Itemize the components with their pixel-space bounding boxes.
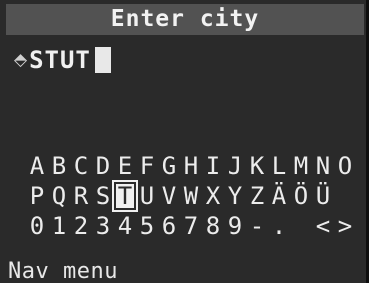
key-r[interactable]: R — [70, 182, 92, 210]
keyboard-row: A B C D E F G H I J K L M N O — [26, 151, 356, 181]
key-a[interactable]: A — [26, 152, 48, 180]
key-hyphen[interactable]: - — [246, 212, 268, 240]
key-6[interactable]: 6 — [158, 212, 180, 240]
key-y[interactable]: Y — [224, 182, 246, 210]
key-e[interactable]: E — [114, 152, 136, 180]
key-w[interactable]: W — [180, 182, 202, 210]
key-l[interactable]: L — [268, 152, 290, 180]
key-j[interactable]: J — [224, 152, 246, 180]
key-a-umlaut[interactable]: Ä — [268, 182, 290, 210]
key-x[interactable]: X — [202, 182, 224, 210]
key-2[interactable]: 2 — [70, 212, 92, 240]
key-period[interactable]: . — [268, 212, 290, 240]
key-b[interactable]: B — [48, 152, 70, 180]
key-7[interactable]: 7 — [180, 212, 202, 240]
key-d[interactable]: D — [92, 152, 114, 180]
keyboard-row: 0 1 2 3 4 5 6 7 8 9 - . < > — [26, 211, 356, 241]
city-entry-value: STUT — [29, 46, 91, 74]
key-g[interactable]: G — [158, 152, 180, 180]
key-9[interactable]: 9 — [224, 212, 246, 240]
key-o-umlaut[interactable]: Ö — [290, 182, 312, 210]
key-8[interactable]: 8 — [202, 212, 224, 240]
key-1[interactable]: 1 — [48, 212, 70, 240]
key-v[interactable]: V — [158, 182, 180, 210]
key-3[interactable]: 3 — [92, 212, 114, 240]
keyboard-row: P Q R S T U V W X Y Z Ä Ö Ü — [26, 180, 356, 212]
key-4[interactable]: 4 — [114, 212, 136, 240]
key-o[interactable]: O — [334, 152, 356, 180]
key-q[interactable]: Q — [48, 182, 70, 210]
key-h[interactable]: H — [180, 152, 202, 180]
nav-menu-label[interactable]: Nav menu — [8, 259, 118, 283]
key-p[interactable]: P — [26, 182, 48, 210]
key-n[interactable]: N — [312, 152, 334, 180]
key-f[interactable]: F — [136, 152, 158, 180]
key-c[interactable]: C — [70, 152, 92, 180]
key-5[interactable]: 5 — [136, 212, 158, 240]
key-t-selected[interactable]: T — [112, 180, 138, 212]
key-i[interactable]: I — [202, 152, 224, 180]
key-0[interactable]: 0 — [26, 212, 48, 240]
up-down-arrow-icon: ⬘ — [14, 49, 28, 70]
key-u[interactable]: U — [136, 182, 158, 210]
character-keyboard: A B C D E F G H I J K L M N O P Q R S T … — [26, 151, 356, 241]
nav-screen: Enter city ⬘ STUT A B C D E F G H I J K … — [0, 0, 369, 283]
text-cursor — [94, 47, 111, 73]
key-back[interactable]: < — [312, 212, 334, 240]
page-title: Enter city — [6, 4, 364, 35]
key-k[interactable]: K — [246, 152, 268, 180]
city-entry-field[interactable]: ⬘ STUT — [14, 45, 111, 75]
key-s[interactable]: S — [92, 182, 114, 210]
key-u-umlaut[interactable]: Ü — [312, 182, 334, 210]
key-forward[interactable]: > — [334, 212, 356, 240]
key-m[interactable]: M — [290, 152, 312, 180]
key-z[interactable]: Z — [246, 182, 268, 210]
